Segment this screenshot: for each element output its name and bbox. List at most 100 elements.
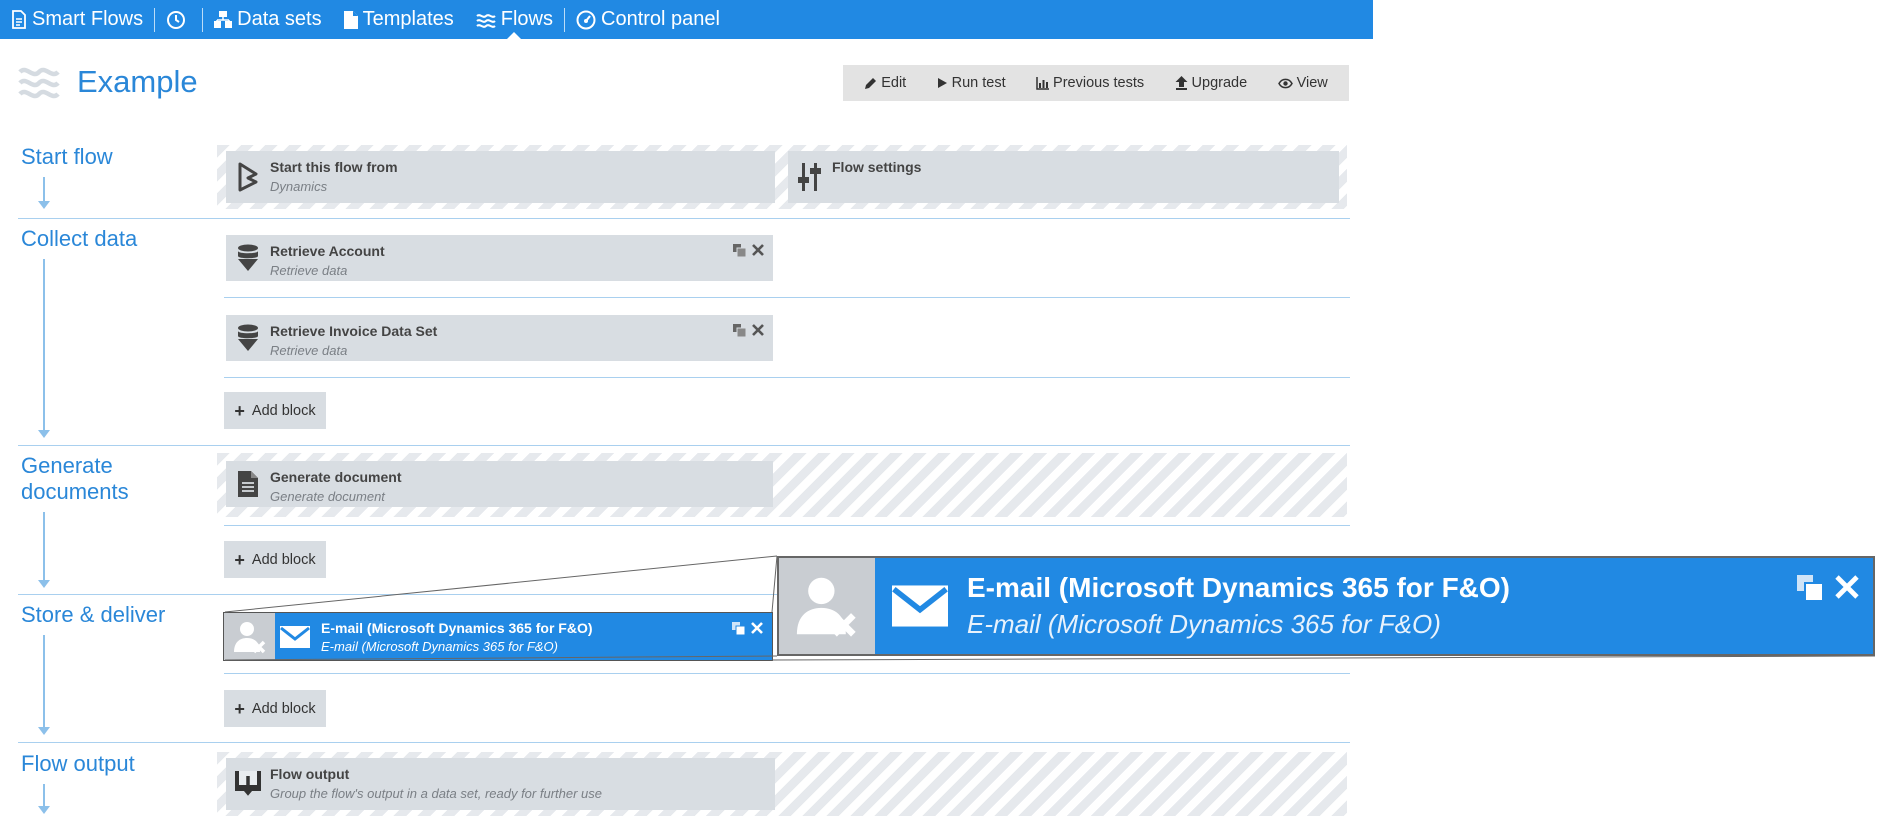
stage-arrow <box>38 177 50 209</box>
block-divider <box>224 673 1350 674</box>
plus-icon: + <box>234 549 245 570</box>
block-title: Generate document <box>270 469 402 485</box>
retrieve-invoice-block[interactable]: Retrieve Invoice Data Set Retrieve data <box>226 315 773 361</box>
add-block-label: Add block <box>251 700 316 717</box>
envelope-icon <box>275 625 315 648</box>
block-divider <box>224 297 1350 298</box>
stage-label-flow-output: Flow output <box>21 751 135 776</box>
nav-control-panel[interactable]: Control panel <box>565 0 731 39</box>
flow-waves-icon <box>18 67 60 99</box>
previous-tests-button[interactable]: Previous tests <box>1036 75 1144 91</box>
add-block-label: Add block <box>251 551 316 568</box>
stage-arrow <box>38 784 50 814</box>
upgrade-button[interactable]: Upgrade <box>1175 75 1248 91</box>
retrieve-account-block[interactable]: Retrieve Account Retrieve data <box>226 235 773 281</box>
block-title: E-mail (Microsoft Dynamics 365 for F&O) <box>321 619 593 636</box>
view-button[interactable]: View <box>1277 75 1328 91</box>
nav-templates[interactable]: Templates <box>333 0 465 39</box>
plus-icon: + <box>234 400 245 421</box>
block-title: Retrieve Invoice Data Set <box>270 323 438 339</box>
template-icon <box>343 10 358 29</box>
sliders-icon <box>788 151 832 203</box>
stage-arrow <box>38 635 50 735</box>
nav-flows[interactable]: Flows <box>465 0 564 39</box>
stage-label-start-flow: Start flow <box>21 144 113 169</box>
data-sets-icon <box>214 11 233 28</box>
email-block-zoom-view: E-mail (Microsoft Dynamics 365 for F&O) … <box>777 556 1875 656</box>
nav-flows-label: Flows <box>500 8 553 30</box>
plus-icon: + <box>234 698 245 719</box>
add-block-button[interactable]: + Add block <box>224 392 326 429</box>
user-remove-icon <box>779 558 875 654</box>
start-from-block[interactable]: Start this flow from Dynamics <box>226 151 775 203</box>
block-divider <box>224 377 1350 378</box>
block-subtitle: Generate document <box>270 489 385 504</box>
copy-icon <box>1797 575 1824 606</box>
block-divider <box>224 525 1350 526</box>
database-retrieve-icon <box>226 235 270 281</box>
nav-templates-label: Templates <box>362 8 454 30</box>
nav-control-panel-label: Control panel <box>601 8 720 30</box>
edit-button[interactable]: Edit <box>864 75 906 91</box>
play-icon <box>937 78 947 88</box>
document-icon <box>226 461 270 507</box>
email-block[interactable]: E-mail (Microsoft Dynamics 365 for F&O) … <box>223 612 773 661</box>
copy-icon[interactable] <box>732 243 746 257</box>
stage-label-store-deliver: Store & deliver <box>21 602 166 627</box>
history-icon <box>167 10 186 29</box>
add-block-button[interactable]: + Add block <box>224 541 326 578</box>
stage-arrow <box>38 259 50 438</box>
copy-icon[interactable] <box>731 621 745 635</box>
flow-toolbar: Edit Run test Previous tests Upgrade Vie… <box>843 65 1349 101</box>
upload-arrow-icon <box>1175 76 1188 90</box>
stage-divider <box>18 742 1350 743</box>
nav-data-sets-label: Data sets <box>237 8 322 30</box>
block-title: Retrieve Account <box>270 243 385 259</box>
close-icon[interactable] <box>751 243 765 257</box>
flow-output-block[interactable]: Flow output Group the flow's output in a… <box>226 758 775 810</box>
block-title: Flow settings <box>832 159 922 175</box>
nav-data-sets[interactable]: Data sets <box>203 0 332 39</box>
run-test-button[interactable]: Run test <box>937 75 1006 91</box>
output-download-icon <box>226 758 270 810</box>
eye-icon <box>1277 78 1293 88</box>
add-block-label: Add block <box>251 402 316 419</box>
nav-smart-flows[interactable]: Smart Flows <box>0 0 154 39</box>
bar-chart-icon <box>1036 76 1050 90</box>
user-remove-icon <box>224 613 275 660</box>
pencil-icon <box>865 77 877 89</box>
envelope-icon <box>875 585 965 627</box>
stage-label-collect-data: Collect data <box>21 226 138 251</box>
close-icon[interactable] <box>750 621 764 635</box>
zoom-block-title: E-mail (Microsoft Dynamics 365 for F&O) <box>967 572 1511 603</box>
flow-settings-block[interactable]: Flow settings <box>788 151 1339 203</box>
stage-arrow <box>38 512 50 588</box>
block-subtitle: Retrieve data <box>270 263 348 278</box>
block-subtitle: E-mail (Microsoft Dynamics 365 for F&O) <box>321 638 558 654</box>
block-subtitle: Group the flow's output in a data set, r… <box>270 786 603 801</box>
generate-document-block[interactable]: Generate document Generate document <box>226 461 773 507</box>
upgrade-label: Upgrade <box>1191 75 1248 91</box>
run-test-label: Run test <box>951 75 1006 91</box>
block-title: Start this flow from <box>270 159 398 175</box>
document-icon <box>12 10 26 29</box>
view-label: View <box>1296 75 1328 91</box>
block-subtitle: Dynamics <box>270 179 328 194</box>
dynamics-icon <box>226 151 270 203</box>
close-icon <box>1835 575 1859 606</box>
gauge-icon <box>576 10 596 29</box>
add-block-button[interactable]: + Add block <box>224 690 326 727</box>
previous-tests-label: Previous tests <box>1053 75 1145 91</box>
nav-smart-flows-label: Smart Flows <box>32 8 144 30</box>
nav-history[interactable] <box>155 0 202 39</box>
stage-divider <box>18 218 1350 219</box>
close-icon[interactable] <box>751 323 765 337</box>
zoom-block-subtitle: E-mail (Microsoft Dynamics 365 for F&O) <box>967 609 1441 639</box>
block-subtitle: Retrieve data <box>270 343 348 358</box>
copy-icon[interactable] <box>732 323 746 337</box>
block-title: Flow output <box>270 766 350 782</box>
edit-label: Edit <box>881 75 907 91</box>
stage-divider <box>18 445 1350 446</box>
database-retrieve-icon <box>226 315 270 361</box>
page-title: Example <box>77 64 198 99</box>
